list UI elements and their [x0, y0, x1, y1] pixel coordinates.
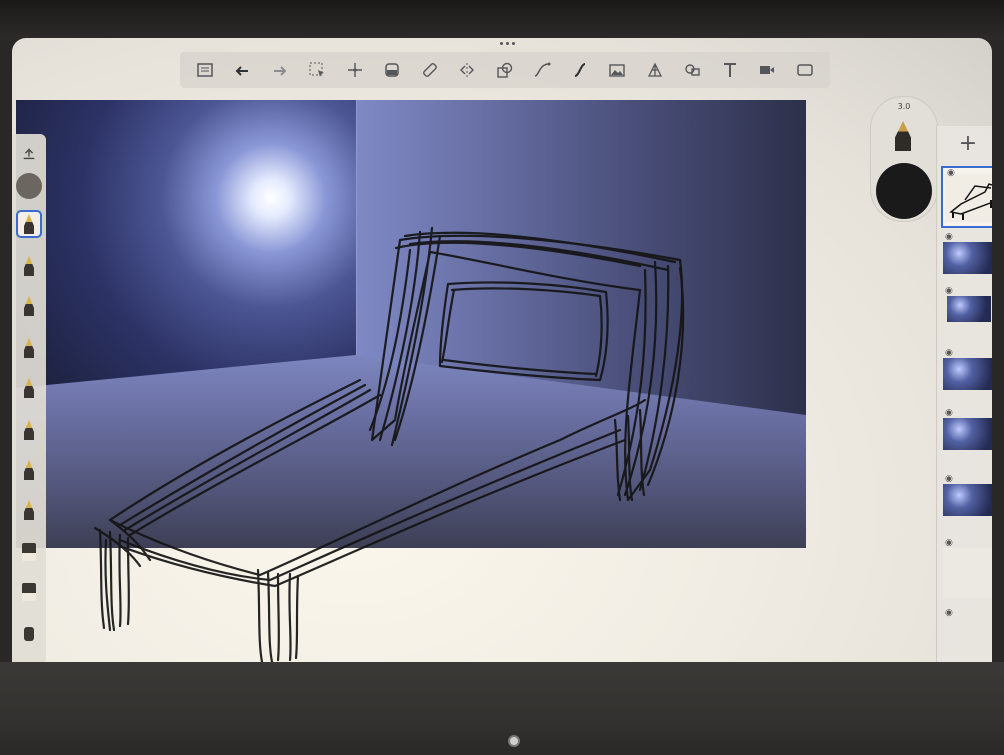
symmetry-icon[interactable]	[455, 58, 479, 82]
eye-icon[interactable]: ◉	[945, 232, 953, 242]
brush-pencil[interactable]	[16, 210, 42, 238]
stamp-icon[interactable]	[680, 58, 704, 82]
ruler-icon[interactable]	[418, 58, 442, 82]
layer-item[interactable]: ◉	[941, 166, 992, 228]
brush-chisel[interactable]	[16, 496, 42, 524]
brush-paint[interactable]	[16, 292, 42, 320]
brush-ballpoint[interactable]	[16, 416, 42, 444]
device-bezel-bottom	[0, 662, 1004, 755]
eye-icon[interactable]: ◉	[945, 348, 953, 358]
palette-collapse-icon[interactable]	[16, 140, 42, 168]
eye-icon[interactable]: ◉	[947, 168, 955, 178]
brush-size-value: 3.0	[897, 102, 911, 111]
smudge-tool[interactable]	[16, 620, 42, 648]
layer-thumbnail	[943, 484, 992, 516]
eraser-soft[interactable]	[16, 578, 42, 606]
stroke-icon[interactable]	[568, 58, 592, 82]
selection-icon[interactable]	[305, 58, 329, 82]
current-brush-button[interactable]	[16, 172, 42, 200]
eye-icon[interactable]: ◉	[945, 608, 953, 618]
add-layer-button[interactable]: +	[955, 130, 981, 156]
puck-brush-icon	[895, 121, 911, 151]
layer-item[interactable]: ◉	[941, 408, 992, 452]
undo-icon[interactable]	[230, 58, 254, 82]
layer-item[interactable]: ◉	[941, 538, 992, 598]
brush-puck[interactable]: 3.0	[870, 96, 938, 222]
layer-thumbnail	[943, 358, 992, 390]
eye-icon[interactable]: ◉	[945, 286, 953, 296]
layer-item[interactable]: ◉	[941, 474, 992, 518]
layer-thumbnail	[943, 548, 992, 598]
redo-icon[interactable]	[268, 58, 292, 82]
layers-panel: + ◉ ◉ ◉ ◉ ◉ ◉ ◉ ◉	[936, 126, 992, 666]
layers-list-icon[interactable]	[193, 58, 217, 82]
scene-left-wall	[16, 100, 356, 390]
multitask-grabber[interactable]	[500, 42, 515, 45]
layer-item[interactable]: ◉	[941, 232, 992, 276]
brush-airbrush[interactable]	[16, 334, 42, 362]
fullscreen-icon[interactable]	[793, 58, 817, 82]
color-swatch[interactable]	[876, 163, 932, 219]
brush-ink[interactable]	[16, 456, 42, 484]
eye-icon[interactable]: ◉	[945, 538, 953, 548]
text-icon[interactable]	[718, 58, 742, 82]
layer-item[interactable]: ◉	[941, 348, 992, 392]
transform-icon[interactable]	[343, 58, 367, 82]
device-bezel-top	[0, 0, 1004, 40]
brush-felt-pen[interactable]	[16, 374, 42, 402]
canvas-background-image[interactable]	[16, 100, 806, 548]
eraser-hard[interactable]	[16, 538, 42, 566]
layer-thumbnail	[943, 418, 992, 450]
home-indicator[interactable]	[508, 735, 520, 747]
shapes-icon[interactable]	[493, 58, 517, 82]
scene-wall-corner	[356, 100, 357, 357]
top-toolbar	[180, 52, 830, 88]
brush-palette	[12, 134, 46, 666]
eye-icon[interactable]: ◉	[945, 408, 953, 418]
curve-icon[interactable]	[530, 58, 554, 82]
eye-icon[interactable]: ◉	[945, 474, 953, 484]
layer-thumbnail	[945, 174, 992, 222]
layer-thumbnail	[943, 242, 992, 274]
layer-item[interactable]: ◉	[941, 286, 992, 330]
image-import-icon[interactable]	[605, 58, 629, 82]
layer-thumbnail	[947, 296, 991, 322]
time-lapse-icon[interactable]	[755, 58, 779, 82]
perspective-icon[interactable]	[643, 58, 667, 82]
brush-marker[interactable]	[16, 252, 42, 280]
fill-icon[interactable]	[380, 58, 404, 82]
layer-item[interactable]: ◉	[941, 608, 992, 652]
app-screen: 3.0 + ◉ ◉ ◉ ◉ ◉ ◉ ◉ ◉	[12, 38, 992, 666]
